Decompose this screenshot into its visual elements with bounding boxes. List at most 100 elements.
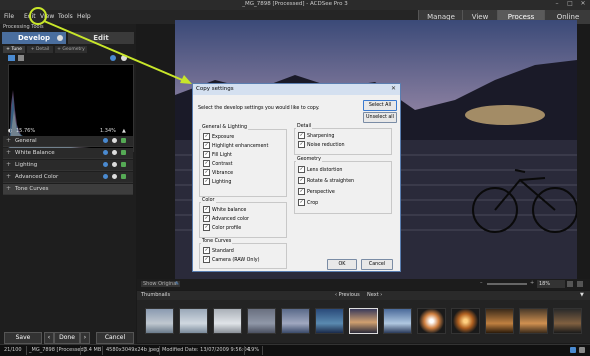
dialog-cancel-button[interactable]: Cancel: [361, 259, 393, 270]
ok-button[interactable]: OK: [327, 259, 357, 270]
checkbox-vibrance[interactable]: ✓ Vibrance: [203, 169, 233, 178]
checkbox-label: Fill Light: [212, 153, 232, 158]
dialog-close-icon[interactable]: ✕: [389, 85, 398, 93]
thumbnail[interactable]: [179, 308, 208, 334]
checkbox-contrast[interactable]: ✓ Contrast: [203, 160, 233, 169]
collapse-icon[interactable]: ▼: [580, 292, 584, 298]
thumbnail[interactable]: [145, 308, 174, 334]
status-divider: [159, 346, 160, 355]
checkbox-exposure[interactable]: ✓ Exposure: [203, 133, 234, 142]
checkbox-advanced-color[interactable]: ✓ Advanced color: [203, 215, 249, 224]
checkbox-label: Standard: [212, 249, 234, 254]
thumbnail-header: Thumbnails ‹ Previous Next › ▼: [137, 291, 590, 300]
status-info-icon[interactable]: [570, 347, 576, 353]
thumbnail[interactable]: [485, 308, 514, 334]
zoom-select[interactable]: 18%: [537, 280, 565, 288]
checkbox-crop[interactable]: ✓ Crop: [298, 199, 318, 208]
status-zoom: 19%: [248, 347, 260, 353]
check-icon: ✓: [203, 178, 210, 185]
checkbox-label: Advanced color: [212, 217, 250, 222]
checkbox-highlight-enhancement[interactable]: ✓ Highlight enhancement: [203, 142, 268, 151]
thumbnail[interactable]: [417, 308, 446, 334]
thumbnail[interactable]: [519, 308, 548, 334]
status-dimensions: 4580x3049x24b jpeg: [106, 347, 160, 353]
checkbox-sharpening[interactable]: ✓ Sharpening: [298, 132, 334, 141]
dialog-instruction: Select the develop settings you would li…: [198, 106, 320, 111]
checkbox-label: Crop: [307, 201, 319, 206]
dialog-title-bar: Copy settings: [193, 84, 400, 95]
previous-label: Previous: [338, 292, 360, 298]
checkbox-white-balance[interactable]: ✓ White balance: [203, 206, 246, 215]
checkbox-fill-light[interactable]: ✓ Fill Light: [203, 151, 232, 160]
status-modified: Modified Date: 13/07/2009 9:56:04: [162, 347, 250, 353]
dialog-title: Copy settings: [196, 86, 234, 92]
show-original-button[interactable]: Show Original: [141, 281, 180, 287]
check-icon: ✓: [298, 132, 305, 139]
checkbox-standard[interactable]: ✓ Standard: [203, 247, 234, 256]
checkbox-color-profile[interactable]: ✓ Color profile: [203, 224, 241, 233]
status-menu-icon[interactable]: [579, 347, 585, 353]
check-icon: ✓: [203, 206, 210, 213]
checkbox-lens-distortion[interactable]: ✓ Lens distortion: [298, 166, 342, 175]
checkbox-label: Vibrance: [212, 171, 234, 176]
check-icon: ✓: [203, 224, 210, 231]
thumbnail[interactable]: [281, 308, 310, 334]
zoom-in-icon[interactable]: +: [530, 280, 534, 286]
previous-link[interactable]: ‹ Previous: [335, 292, 360, 298]
group-color-title: Color: [201, 198, 216, 203]
status-divider: [262, 346, 263, 355]
group-tone-curves-title: Tone Curves: [201, 239, 233, 244]
thumbnail[interactable]: [553, 308, 582, 334]
thumbnail[interactable]: [247, 308, 276, 334]
thumbnail[interactable]: [383, 308, 412, 334]
fit-icon[interactable]: [567, 281, 573, 287]
preview-toolbar: Show Original ✎ – + 18%: [137, 279, 590, 290]
group-general-lighting-title: General & Lighting: [201, 125, 249, 130]
checkbox-camera-raw[interactable]: ✓ Camera (RAW Only): [203, 256, 260, 265]
check-icon: ✓: [203, 169, 210, 176]
unselect-all-button[interactable]: Unselect all: [363, 112, 397, 123]
actual-size-icon[interactable]: [577, 281, 583, 287]
checkbox-label: Camera (RAW Only): [212, 258, 260, 263]
status-filename: _MG_7898 [Processed]: [29, 347, 86, 353]
checkbox-noise-reduction[interactable]: ✓ Noise reduction: [298, 141, 345, 150]
copy-settings-dialog: Copy settings ✕ Select the develop setti…: [192, 83, 401, 272]
check-icon: ✓: [298, 177, 305, 184]
status-bar: 21/100 _MG_7898 [Processed] 3.4 MB 4580x…: [0, 344, 590, 356]
group-geometry-title: Geometry: [296, 157, 322, 162]
checkbox-label: Exposure: [212, 135, 235, 140]
checkbox-label: White balance: [212, 208, 247, 213]
check-icon: ✓: [203, 215, 210, 222]
checkbox-label: Sharpening: [307, 134, 335, 139]
group-detail-title: Detail: [296, 124, 313, 129]
zoom-out-icon[interactable]: –: [480, 280, 483, 286]
checkbox-label: Lens distortion: [307, 168, 343, 173]
thumbnail-strip: [137, 300, 590, 343]
status-index: 21/100: [4, 347, 22, 353]
zoom-slider[interactable]: [487, 283, 527, 285]
select-all-button[interactable]: Select All: [363, 100, 397, 111]
check-icon: ✓: [298, 188, 305, 195]
compare-icon[interactable]: ✎: [175, 281, 179, 287]
thumbnail[interactable]: [451, 308, 480, 334]
checkbox-lighting[interactable]: ✓ Lighting: [203, 178, 231, 187]
thumbnail[interactable]: [213, 308, 242, 334]
thumbnail[interactable]: [315, 308, 344, 334]
checkbox-label: Contrast: [212, 162, 233, 167]
checkbox-perspective[interactable]: ✓ Perspective: [298, 188, 335, 197]
check-icon: ✓: [203, 142, 210, 149]
next-link[interactable]: Next ›: [367, 292, 382, 298]
checkbox-label: Rotate & straighten: [307, 179, 355, 184]
check-icon: ✓: [203, 151, 210, 158]
status-divider: [26, 346, 27, 355]
checkbox-label: Color profile: [212, 226, 242, 231]
checkbox-label: Perspective: [307, 190, 335, 195]
status-divider: [244, 346, 245, 355]
check-icon: ✓: [298, 166, 305, 173]
check-icon: ✓: [298, 199, 305, 206]
checkbox-rotate-straighten[interactable]: ✓ Rotate & straighten: [298, 177, 354, 186]
thumbnails-label: Thumbnails: [141, 292, 171, 298]
checkbox-label: Lighting: [212, 180, 232, 185]
thumbnail-selected[interactable]: [349, 308, 378, 334]
check-icon: ✓: [298, 141, 305, 148]
